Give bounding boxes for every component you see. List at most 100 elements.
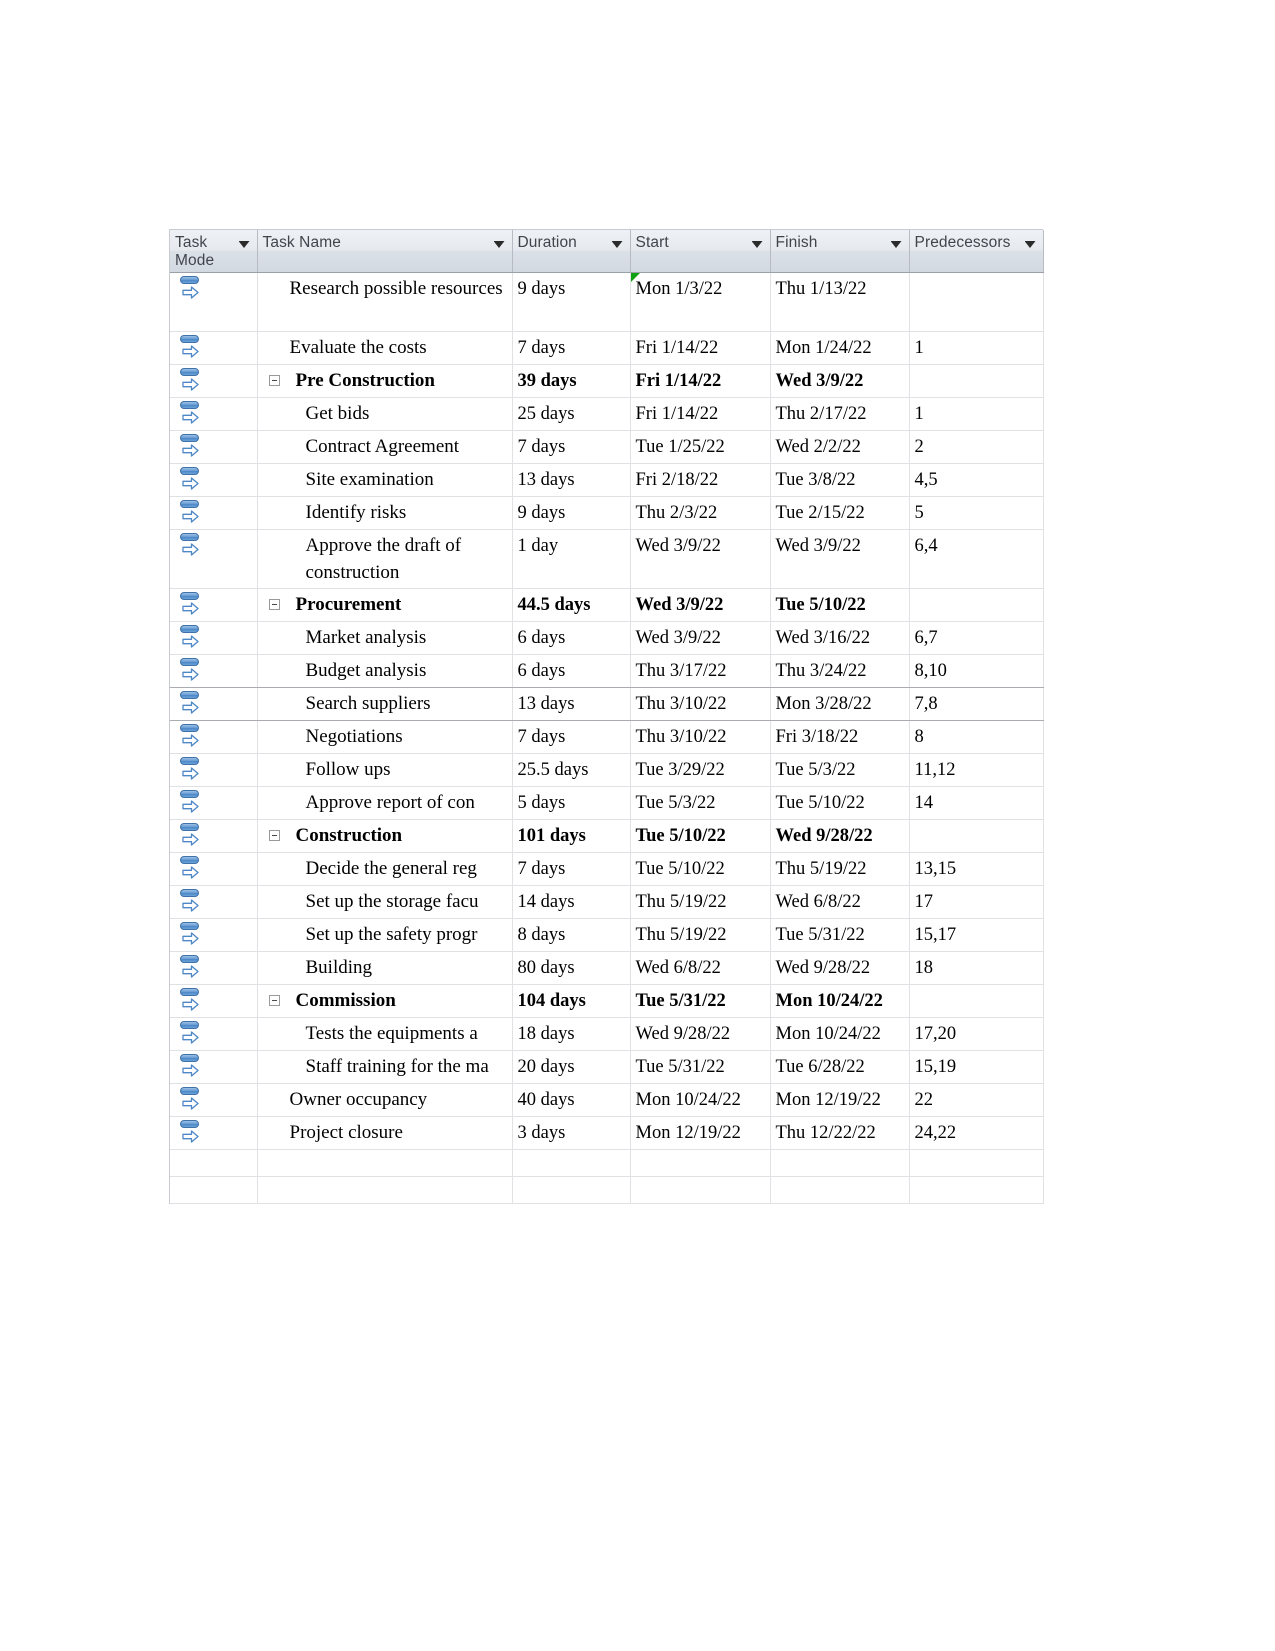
cell-finish[interactable]: Tue 5/10/22 [770, 588, 910, 622]
table-row[interactable]: Decide the general reg 7 days Tue 5/10/22 T… [170, 852, 1044, 886]
cell-predecessors[interactable]: 1 [909, 331, 1044, 365]
auto-scheduled-icon[interactable] [180, 467, 202, 491]
filter-dropdown-arrow-icon[interactable] [751, 241, 763, 248]
cell-task-name[interactable]: Identify risks [257, 496, 513, 530]
cell-task-name[interactable]: Decide the general reg [257, 852, 513, 886]
cell-predecessors[interactable]: 2 [909, 430, 1044, 464]
cell-finish[interactable]: Wed 9/28/22 [770, 819, 910, 853]
table-row[interactable]: Staff training for the ma 20 days Tue 5/31… [170, 1050, 1044, 1084]
cell-finish[interactable]: Wed 3/16/22 [770, 621, 910, 655]
cell-duration[interactable]: 3 days [512, 1116, 631, 1150]
auto-scheduled-icon[interactable] [180, 368, 202, 392]
cell-predecessors[interactable]: 17,20 [909, 1017, 1044, 1051]
cell-predecessors[interactable]: 14 [909, 786, 1044, 820]
cell-task-name[interactable]: Market analysis [257, 621, 513, 655]
collapse-minus-box-icon[interactable] [268, 995, 280, 1006]
cell-finish[interactable]: Mon 12/19/22 [770, 1083, 910, 1117]
cell-duration[interactable]: 14 days [512, 885, 631, 919]
table-row[interactable]: Project closure 3 days Mon 12/19/22 Thu 12/… [170, 1116, 1044, 1150]
cell-duration[interactable]: 7 days [512, 852, 631, 886]
cell-finish[interactable]: Thu 3/24/22 [770, 654, 910, 688]
auto-scheduled-icon[interactable] [180, 1054, 202, 1078]
table-row[interactable]: Identify risks 9 days Thu 2/3/22 Tue 2/15/2… [170, 496, 1044, 530]
cell-task-mode[interactable] [170, 529, 258, 589]
cell-task-name[interactable]: Owner occupancy [257, 1083, 513, 1117]
cell-start[interactable]: Wed 6/8/22 [630, 951, 771, 985]
auto-scheduled-icon[interactable] [180, 889, 202, 913]
cell-start[interactable]: Wed 3/9/22 [630, 529, 771, 589]
empty-cell[interactable] [170, 1149, 258, 1177]
filter-dropdown-arrow-icon[interactable] [1024, 241, 1036, 248]
table-row[interactable]: Get bids 25 days Fri 1/14/22 Thu 2/17/22 1 [170, 397, 1044, 431]
cell-finish[interactable]: Mon 10/24/22 [770, 1017, 910, 1051]
cell-task-mode[interactable] [170, 1083, 258, 1117]
table-row[interactable]: Owner occupancy 40 days Mon 10/24/22 Mon 12… [170, 1083, 1044, 1117]
cell-task-mode[interactable] [170, 786, 258, 820]
column-header-dur[interactable]: Duration [512, 230, 631, 273]
auto-scheduled-icon[interactable] [180, 625, 202, 649]
table-row[interactable]: Commission 104 days Tue 5/31/22 Mon 10/24/2… [170, 984, 1044, 1018]
cell-start[interactable]: Mon 1/3/22 [630, 272, 771, 332]
cell-duration[interactable]: 13 days [512, 687, 631, 721]
cell-finish[interactable]: Thu 5/19/22 [770, 852, 910, 886]
cell-task-name[interactable]: Research possible resources [257, 272, 513, 332]
cell-duration[interactable]: 7 days [512, 430, 631, 464]
cell-start[interactable]: Tue 5/10/22 [630, 819, 771, 853]
column-header-pred[interactable]: Predecessors [909, 230, 1044, 273]
cell-predecessors[interactable] [909, 819, 1044, 853]
cell-start[interactable]: Thu 5/19/22 [630, 885, 771, 919]
cell-predecessors[interactable]: 24,22 [909, 1116, 1044, 1150]
cell-finish[interactable]: Tue 3/8/22 [770, 463, 910, 497]
filter-dropdown-arrow-icon[interactable] [238, 241, 250, 248]
cell-task-mode[interactable] [170, 430, 258, 464]
cell-start[interactable]: Thu 5/19/22 [630, 918, 771, 952]
cell-duration[interactable]: 7 days [512, 720, 631, 754]
cell-start[interactable]: Thu 3/17/22 [630, 654, 771, 688]
cell-task-mode[interactable] [170, 1017, 258, 1051]
cell-finish[interactable]: Thu 1/13/22 [770, 272, 910, 332]
cell-finish[interactable]: Tue 5/10/22 [770, 786, 910, 820]
table-row[interactable]: Research possible resources 9 days Mon 1/3… [170, 272, 1044, 332]
cell-start[interactable]: Tue 5/3/22 [630, 786, 771, 820]
empty-cell[interactable] [512, 1149, 631, 1177]
auto-scheduled-icon[interactable] [180, 401, 202, 425]
cell-finish[interactable]: Tue 6/28/22 [770, 1050, 910, 1084]
cell-duration[interactable]: 18 days [512, 1017, 631, 1051]
cell-duration[interactable]: 40 days [512, 1083, 631, 1117]
cell-task-mode[interactable] [170, 918, 258, 952]
cell-duration[interactable]: 44.5 days [512, 588, 631, 622]
cell-start[interactable]: Tue 5/10/22 [630, 852, 771, 886]
cell-task-mode[interactable] [170, 331, 258, 365]
table-row[interactable]: Site examination 13 days Fri 2/18/22 Tue 3/… [170, 463, 1044, 497]
cell-start[interactable]: Tue 5/31/22 [630, 1050, 771, 1084]
cell-start[interactable]: Thu 2/3/22 [630, 496, 771, 530]
cell-duration[interactable]: 6 days [512, 621, 631, 655]
table-row[interactable]: Building 80 days Wed 6/8/22 Wed 9/28/22 18 [170, 951, 1044, 985]
cell-start[interactable]: Thu 3/10/22 [630, 687, 771, 721]
table-row[interactable]: Follow ups 25.5 days Tue 3/29/22 Tue 5/3/22… [170, 753, 1044, 787]
table-row[interactable]: Set up the safety progr 8 days Thu 5/19/22… [170, 918, 1044, 952]
cell-predecessors[interactable] [909, 984, 1044, 1018]
cell-task-mode[interactable] [170, 720, 258, 754]
cell-finish[interactable]: Tue 2/15/22 [770, 496, 910, 530]
cell-predecessors[interactable]: 6,7 [909, 621, 1044, 655]
auto-scheduled-icon[interactable] [180, 823, 202, 847]
cell-task-mode[interactable] [170, 819, 258, 853]
table-row[interactable]: Approve report of con 5 days Tue 5/3/22 Tue… [170, 786, 1044, 820]
cell-task-name[interactable]: Site examination [257, 463, 513, 497]
cell-task-mode[interactable] [170, 1050, 258, 1084]
cell-start[interactable]: Fri 1/14/22 [630, 331, 771, 365]
auto-scheduled-icon[interactable] [180, 500, 202, 524]
cell-finish[interactable]: Thu 12/22/22 [770, 1116, 910, 1150]
cell-task-mode[interactable] [170, 1116, 258, 1150]
table-row[interactable]: Negotiations 7 days Thu 3/10/22 Fri 3/18/22… [170, 720, 1044, 754]
cell-task-name[interactable]: Project closure [257, 1116, 513, 1150]
cell-start[interactable]: Tue 3/29/22 [630, 753, 771, 787]
cell-predecessors[interactable]: 4,5 [909, 463, 1044, 497]
cell-duration[interactable]: 8 days [512, 918, 631, 952]
auto-scheduled-icon[interactable] [180, 988, 202, 1012]
filter-dropdown-arrow-icon[interactable] [493, 241, 505, 248]
auto-scheduled-icon[interactable] [180, 955, 202, 979]
empty-cell[interactable] [630, 1176, 771, 1204]
cell-start[interactable]: Fri 2/18/22 [630, 463, 771, 497]
